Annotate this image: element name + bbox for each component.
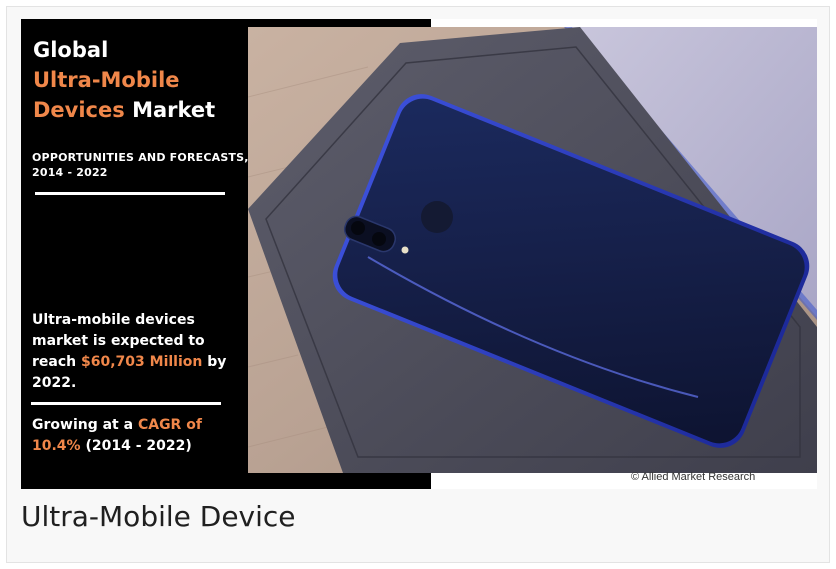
image-caption: Ultra-Mobile Device bbox=[21, 500, 296, 533]
smartphone-illustration bbox=[248, 27, 817, 473]
growth-line-2: 10.4% (2014 - 2022) bbox=[32, 436, 192, 456]
stat-line-3: reach $60,703 Million by bbox=[32, 352, 226, 372]
title-line-3: Devices Market bbox=[33, 95, 215, 125]
stat-pre: reach bbox=[32, 354, 81, 370]
title-rest: Market bbox=[124, 98, 216, 122]
subtitle-line-2: 2014 - 2022 bbox=[32, 166, 108, 179]
stat-line-2: market is expected to bbox=[32, 333, 205, 349]
stat-line-4: 2022. bbox=[32, 375, 77, 391]
market-infographic: Global Ultra-Mobile Devices Market OPPOR… bbox=[21, 19, 817, 489]
divider-bottom bbox=[31, 402, 221, 405]
growth-period: (2014 - 2022) bbox=[80, 438, 192, 454]
smartphone-photo bbox=[248, 27, 817, 473]
fingerprint-sensor bbox=[421, 201, 453, 233]
title-accent: Devices bbox=[33, 98, 125, 122]
growth-rate: 10.4% bbox=[32, 438, 81, 454]
stat-post: by bbox=[202, 354, 227, 370]
stat-line-1: Ultra-mobile devices bbox=[32, 312, 195, 328]
stat-value: $60,703 Million bbox=[81, 354, 203, 370]
growth-pre: Growing at a bbox=[32, 417, 138, 433]
growth-line-1: Growing at a CAGR of bbox=[32, 415, 202, 435]
copyright-credit: © Allied Market Research bbox=[631, 471, 756, 483]
title-line-1: Global bbox=[33, 38, 109, 62]
divider-top bbox=[35, 192, 225, 195]
title-line-2: Ultra-Mobile bbox=[33, 68, 180, 92]
growth-cagr: CAGR of bbox=[137, 417, 202, 433]
subtitle-line-1: OPPORTUNITIES AND FORECASTS, bbox=[32, 151, 249, 164]
